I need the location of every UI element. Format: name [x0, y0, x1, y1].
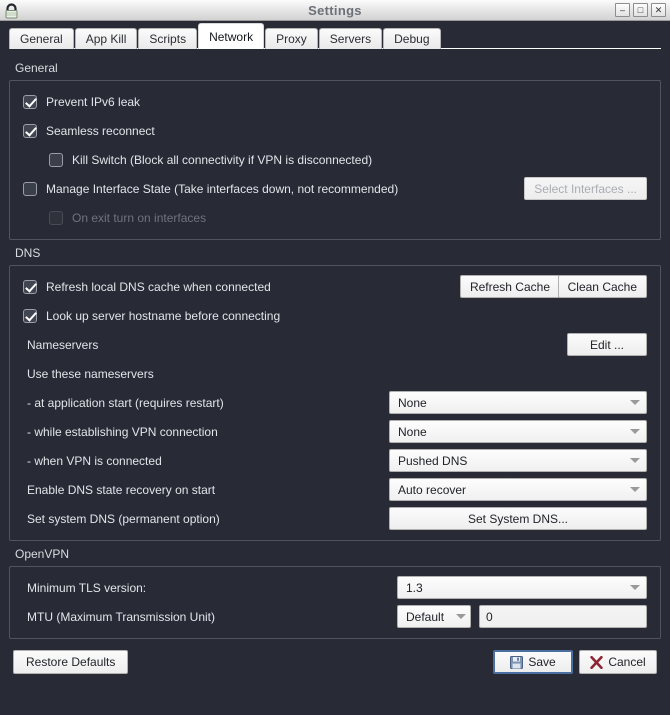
minimize-button[interactable]: –: [615, 3, 630, 17]
select-interfaces-button[interactable]: Select Interfaces ...: [524, 177, 647, 200]
checkbox-kill-switch[interactable]: [49, 152, 63, 167]
chevron-down-icon: [630, 429, 640, 434]
refresh-cache-button[interactable]: Refresh Cache: [459, 275, 560, 298]
label-mtu: MTU (Maximum Transmission Unit): [27, 609, 216, 624]
mtu-value-input[interactable]: 0: [479, 605, 647, 628]
section-title-dns: DNS: [15, 246, 41, 260]
maximize-button[interactable]: □: [633, 3, 648, 17]
chevron-down-icon: [456, 614, 466, 619]
window-title: Settings: [308, 2, 362, 18]
combo-dns-at-application-start[interactable]: None: [389, 391, 647, 414]
label-prevent-ipv6-leak: Prevent IPv6 leak: [46, 94, 141, 109]
tab-scripts[interactable]: Scripts: [138, 28, 198, 49]
checkbox-on-exit-turn-on-interfaces[interactable]: [49, 210, 63, 225]
row-dns-state-recovery: Enable DNS state recovery on start Auto …: [23, 478, 647, 501]
combo-value-mtu-mode: Default: [406, 609, 445, 624]
nameservers-edit-button[interactable]: Edit ...: [567, 333, 647, 356]
checkbox-refresh-local-dns-cache[interactable]: [23, 279, 37, 294]
row-dns-while-establishing: - while establishing VPN connection None: [23, 420, 647, 443]
label-dns-state-recovery: Enable DNS state recovery on start: [27, 482, 216, 497]
label-lookup-server-hostname: Look up server hostname before connectin…: [46, 308, 281, 323]
row-mtu: MTU (Maximum Transmission Unit) Default …: [23, 605, 647, 628]
row-seamless-reconnect[interactable]: Seamless reconnect: [23, 119, 647, 142]
tab-general[interactable]: General: [9, 28, 74, 49]
label-seamless-reconnect: Seamless reconnect: [46, 123, 155, 138]
chevron-down-icon: [630, 400, 640, 405]
general-groupbox: Prevent IPv6 leak Seamless reconnect Kil…: [9, 80, 661, 240]
clean-cache-button[interactable]: Clean Cache: [557, 275, 647, 298]
dialog-buttonbar: Restore Defaults Save Cancel: [0, 639, 670, 685]
combo-value-dns-while-establishing: None: [398, 424, 427, 439]
label-on-exit-turn-on-interfaces: On exit turn on interfaces: [72, 210, 207, 225]
row-minimum-tls-version: Minimum TLS version: 1.3: [23, 576, 647, 599]
row-on-exit-turn-on-interfaces[interactable]: On exit turn on interfaces: [49, 206, 647, 229]
red-x-icon: [590, 655, 604, 669]
row-nameservers: Nameservers Edit ...: [23, 333, 647, 356]
row-set-system-dns: Set system DNS (permanent option) Set Sy…: [23, 507, 647, 530]
set-system-dns-button[interactable]: Set System DNS...: [389, 507, 647, 530]
section-title-general: General: [15, 61, 58, 75]
label-refresh-local-dns-cache: Refresh local DNS cache when connected: [46, 279, 271, 294]
padlock-icon: [2, 1, 21, 20]
checkbox-lookup-server-hostname[interactable]: [23, 308, 37, 323]
section-title-openvpn: OpenVPN: [15, 547, 70, 561]
label-use-these-nameservers: Use these nameservers: [27, 366, 154, 381]
checkbox-manage-interface-state[interactable]: [23, 181, 37, 196]
checkbox-prevent-ipv6-leak[interactable]: [23, 94, 37, 109]
chevron-down-icon: [630, 487, 640, 492]
floppy-disk-icon: [510, 655, 524, 669]
combo-value-dns-state-recovery: Auto recover: [398, 482, 467, 497]
combo-mtu-mode[interactable]: Default: [397, 605, 471, 628]
row-dns-at-application-start: - at application start (requires restart…: [23, 391, 647, 414]
combo-dns-state-recovery[interactable]: Auto recover: [389, 478, 647, 501]
save-button-label: Save: [528, 655, 556, 669]
restore-defaults-button[interactable]: Restore Defaults: [13, 650, 129, 674]
combo-minimum-tls-version[interactable]: 1.3: [397, 576, 647, 599]
dns-groupbox: Refresh local DNS cache when connected R…: [9, 265, 661, 541]
window-titlebar: Settings – □ ✕: [0, 0, 670, 21]
settings-tabbar: General App Kill Scripts Network Proxy S…: [0, 21, 670, 49]
checkbox-seamless-reconnect[interactable]: [23, 123, 37, 138]
combo-dns-while-establishing[interactable]: None: [389, 420, 647, 443]
label-minimum-tls-version: Minimum TLS version:: [27, 580, 147, 595]
label-dns-at-application-start: - at application start (requires restart…: [27, 395, 224, 410]
combo-value-dns-when-connected: Pushed DNS: [398, 453, 468, 468]
tab-servers[interactable]: Servers: [318, 28, 383, 49]
combo-value-dns-at-application-start: None: [398, 395, 427, 410]
cancel-button[interactable]: Cancel: [579, 650, 657, 674]
row-use-these-nameservers: Use these nameservers: [23, 362, 647, 385]
combo-value-minimum-tls-version: 1.3: [406, 580, 423, 595]
combo-dns-when-connected[interactable]: Pushed DNS: [389, 449, 647, 472]
chevron-down-icon: [630, 458, 640, 463]
row-manage-interface-state[interactable]: Manage Interface State (Take interfaces …: [23, 177, 647, 200]
network-settings-panel: General Prevent IPv6 leak Seamless recon…: [0, 49, 670, 685]
window-controls: – □ ✕: [615, 3, 666, 17]
label-set-system-dns: Set system DNS (permanent option): [27, 511, 220, 526]
row-refresh-local-dns-cache[interactable]: Refresh local DNS cache when connected R…: [23, 275, 647, 298]
label-nameservers: Nameservers: [27, 337, 99, 352]
tab-debug[interactable]: Debug: [383, 28, 441, 49]
close-button[interactable]: ✕: [651, 3, 666, 17]
label-dns-when-connected: - when VPN is connected: [27, 453, 162, 468]
cancel-button-label: Cancel: [608, 655, 646, 669]
label-dns-while-establishing: - while establishing VPN connection: [27, 424, 218, 439]
tab-app-kill[interactable]: App Kill: [74, 28, 138, 49]
tab-network[interactable]: Network: [198, 23, 265, 49]
save-button[interactable]: Save: [493, 650, 573, 674]
label-kill-switch: Kill Switch (Block all connectivity if V…: [72, 152, 373, 167]
openvpn-groupbox: Minimum TLS version: 1.3 MTU (Maximum Tr…: [9, 566, 661, 639]
tab-proxy[interactable]: Proxy: [265, 28, 318, 49]
row-lookup-server-hostname[interactable]: Look up server hostname before connectin…: [23, 304, 647, 327]
row-prevent-ipv6-leak[interactable]: Prevent IPv6 leak: [23, 90, 647, 113]
chevron-down-icon: [630, 585, 640, 590]
label-manage-interface-state: Manage Interface State (Take interfaces …: [46, 181, 399, 196]
row-kill-switch[interactable]: Kill Switch (Block all connectivity if V…: [49, 148, 647, 171]
row-dns-when-connected: - when VPN is connected Pushed DNS: [23, 449, 647, 472]
